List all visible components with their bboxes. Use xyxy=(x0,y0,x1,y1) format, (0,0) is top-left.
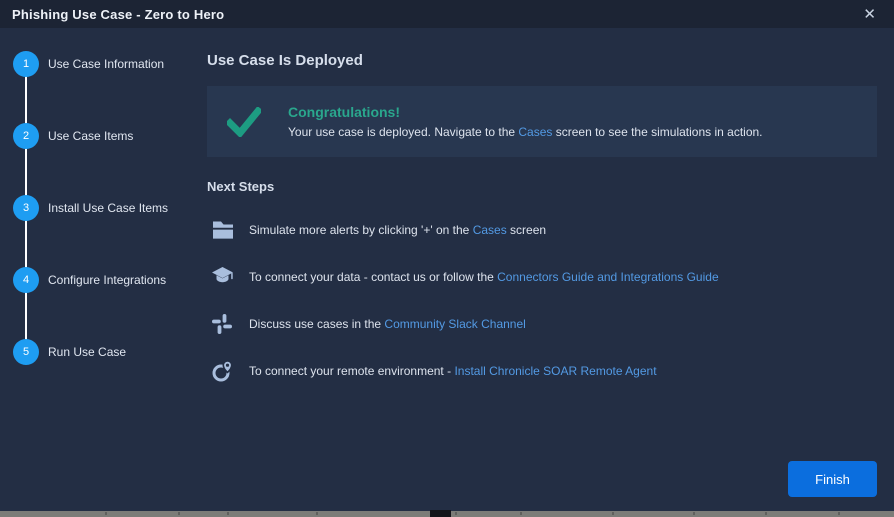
next-steps-heading: Next Steps xyxy=(207,179,877,194)
step-2-label: Use Case Items xyxy=(48,129,133,143)
stepper-step-use-case-information[interactable]: 1 Use Case Information xyxy=(0,51,200,77)
underlying-page-scroll-thumb xyxy=(430,510,451,517)
step-1-indicator[interactable]: 1 xyxy=(13,51,39,77)
next-step-remote-agent: To connect your remote environment - Ins… xyxy=(207,347,877,394)
stepper-step-use-case-items[interactable]: 2 Use Case Items xyxy=(0,123,200,149)
step-4-label: Configure Integrations xyxy=(48,273,166,287)
remote-agent-icon xyxy=(207,360,249,382)
edge-tick xyxy=(455,512,457,515)
cases-link[interactable]: Cases xyxy=(518,125,552,139)
congrats-message-before: Your use case is deployed. Navigate to t… xyxy=(288,125,518,139)
edge-tick xyxy=(693,512,695,515)
slack-channel-link[interactable]: Community Slack Channel xyxy=(384,317,525,331)
modal-body: 1 Use Case Information 2 Use Case Items … xyxy=(0,28,894,511)
stepper-step-configure-integrations[interactable]: 4 Configure Integrations xyxy=(0,267,200,293)
step-3-indicator[interactable]: 3 xyxy=(13,195,39,221)
folder-icon xyxy=(207,221,249,239)
stepper-step-run-use-case[interactable]: 5 Run Use Case xyxy=(0,339,200,365)
remote-agent-install-link[interactable]: Install Chronicle SOAR Remote Agent xyxy=(454,364,656,378)
next-step-connect-data: To connect your data - contact us or fol… xyxy=(207,253,877,300)
step-5-label: Run Use Case xyxy=(48,345,126,359)
step-3-label: Install Use Case Items xyxy=(48,201,168,215)
congrats-message: Your use case is deployed. Navigate to t… xyxy=(288,125,763,139)
next-step-text: Discuss use cases in the Community Slack… xyxy=(249,317,526,331)
edge-tick xyxy=(520,512,522,515)
edge-tick xyxy=(105,512,107,515)
edge-tick xyxy=(227,512,229,515)
step-4-indicator[interactable]: 4 xyxy=(13,267,39,293)
modal-title: Phishing Use Case - Zero to Hero xyxy=(12,7,224,22)
slack-icon xyxy=(207,314,249,334)
edge-tick xyxy=(838,512,840,515)
close-icon[interactable]: ✕ xyxy=(863,7,876,22)
use-case-wizard-modal: Phishing Use Case - Zero to Hero ✕ 1 Use… xyxy=(0,0,894,517)
next-step-text-before: Discuss use cases in the xyxy=(249,317,384,331)
finish-button[interactable]: Finish xyxy=(788,461,877,497)
stepper-step-install-use-case-items[interactable]: 3 Install Use Case Items xyxy=(0,195,200,221)
edge-tick xyxy=(765,512,767,515)
page-title: Use Case Is Deployed xyxy=(207,52,877,69)
congrats-message-after: screen to see the simulations in action. xyxy=(552,125,762,139)
edge-tick xyxy=(612,512,614,515)
step-1-label: Use Case Information xyxy=(48,57,164,71)
edge-tick xyxy=(178,512,180,515)
congrats-title: Congratulations! xyxy=(288,104,763,120)
modal-titlebar: Phishing Use Case - Zero to Hero ✕ xyxy=(0,0,894,28)
edge-tick xyxy=(316,512,318,515)
step-2-indicator[interactable]: 2 xyxy=(13,123,39,149)
next-step-text-after: screen xyxy=(507,223,546,237)
next-step-text-before: To connect your data - contact us or fol… xyxy=(249,270,497,284)
next-step-simulate-alerts: Simulate more alerts by clicking '+' on … xyxy=(207,206,877,253)
congrats-banner: Congratulations! Your use case is deploy… xyxy=(207,86,877,157)
next-step-text-before: To connect your remote environment - xyxy=(249,364,454,378)
congrats-text-block: Congratulations! Your use case is deploy… xyxy=(288,104,763,139)
next-step-text-before: Simulate more alerts by clicking '+' on … xyxy=(249,223,473,237)
cases-screen-link[interactable]: Cases xyxy=(473,223,507,237)
next-step-community-slack: Discuss use cases in the Community Slack… xyxy=(207,300,877,347)
next-step-text: To connect your remote environment - Ins… xyxy=(249,364,657,378)
next-step-text: Simulate more alerts by clicking '+' on … xyxy=(249,223,546,237)
next-step-text: To connect your data - contact us or fol… xyxy=(249,270,719,284)
graduation-cap-icon xyxy=(207,267,249,286)
wizard-main-panel: Use Case Is Deployed Congratulations! Yo… xyxy=(207,28,877,394)
next-steps-list: Simulate more alerts by clicking '+' on … xyxy=(207,206,877,394)
step-5-indicator[interactable]: 5 xyxy=(13,339,39,365)
wizard-stepper: 1 Use Case Information 2 Use Case Items … xyxy=(0,28,200,511)
connectors-guide-link[interactable]: Connectors Guide and Integrations Guide xyxy=(497,270,718,284)
check-icon xyxy=(227,107,261,137)
